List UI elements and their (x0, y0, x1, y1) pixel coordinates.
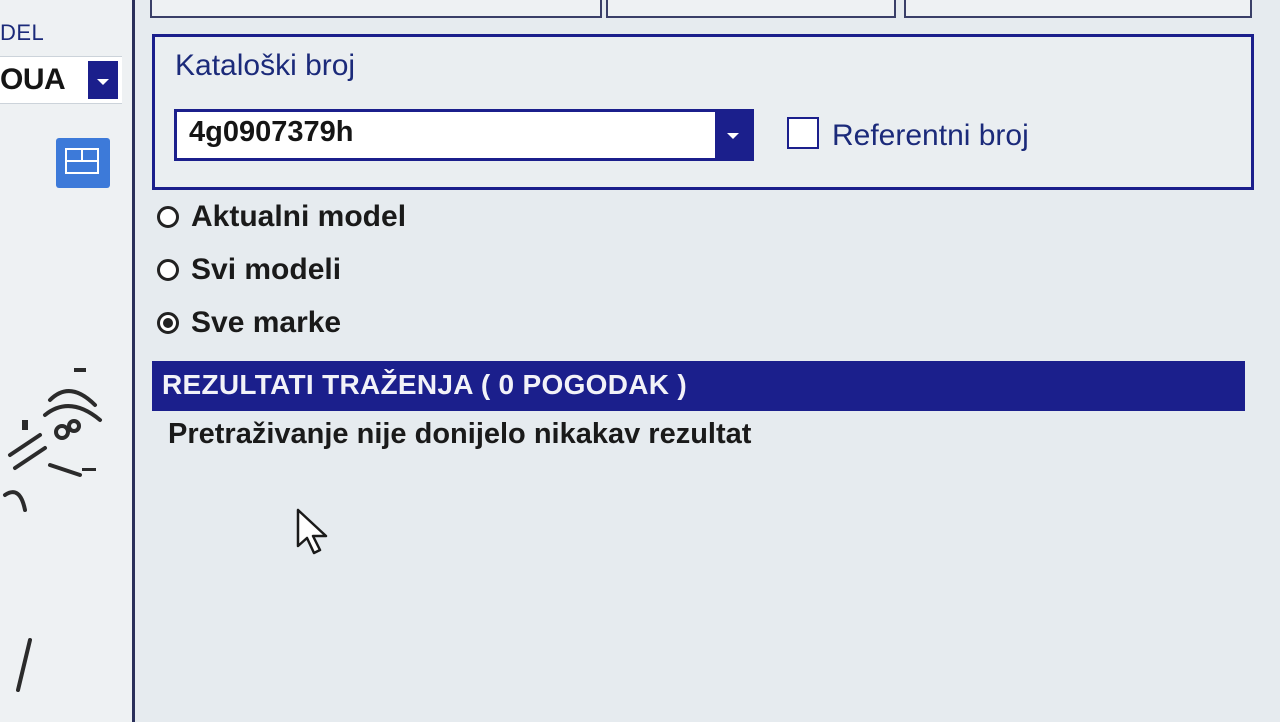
results-title: REZULTATI TRAŽENJA ( 0 POGODAK ) (162, 369, 687, 400)
catalog-number-input[interactable]: 4g0907379h (189, 116, 353, 149)
search-panel: Kataloški broj 4g0907379h Referentni bro… (135, 16, 1280, 722)
catalog-number-label: Kataloški broj (175, 49, 356, 82)
chevron-down-icon[interactable] (88, 61, 118, 99)
model-label: DEL (0, 20, 45, 45)
radio-label[interactable]: Svi modeli (191, 253, 341, 287)
reference-number-checkbox[interactable] (787, 117, 819, 149)
radio-button[interactable] (157, 259, 179, 281)
results-empty-message: Pretraživanje nije donijelo nikakav rezu… (168, 418, 752, 450)
chevron-down-icon[interactable] (715, 112, 751, 158)
mouse-cursor-icon (296, 508, 328, 555)
reference-number-label[interactable]: Referentni broj (832, 119, 1029, 153)
model-select[interactable]: OUA (0, 56, 122, 104)
results-header: REZULTATI TRAŽENJA ( 0 POGODAK ) (152, 361, 1245, 411)
radio-button-selected[interactable] (157, 312, 179, 334)
catalog-search-box: Kataloški broj 4g0907379h Referentni bro… (152, 34, 1254, 190)
hose-part-icon (48, 389, 97, 407)
radio-button[interactable] (157, 206, 179, 228)
catalog-number-combobox[interactable]: 4g0907379h (174, 109, 754, 161)
radio-label[interactable]: Sve marke (191, 306, 341, 340)
left-panel: DEL OUA (0, 0, 135, 722)
window-layout-icon (65, 148, 99, 174)
model-value: OUA (0, 63, 66, 96)
parts-diagram-thumbnail (3, 368, 102, 692)
view-toggle-button[interactable] (56, 138, 110, 188)
radio-label[interactable]: Aktualni model (191, 200, 406, 234)
